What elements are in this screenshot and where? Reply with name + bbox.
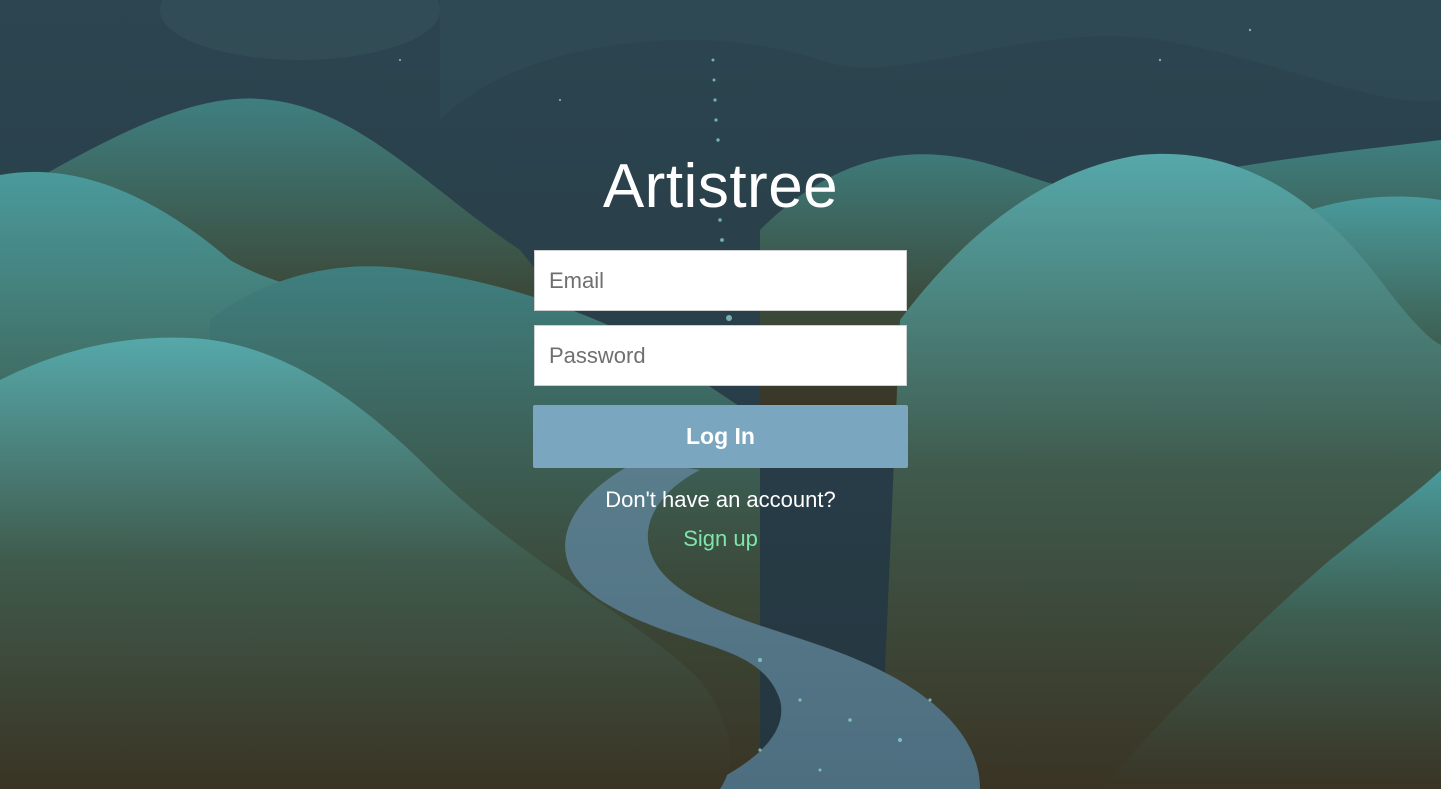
app-title: Artistree xyxy=(602,152,839,221)
login-button[interactable]: Log In xyxy=(533,405,908,468)
signup-link-row: Sign up xyxy=(0,525,1441,553)
landscape-background xyxy=(0,0,1441,789)
signup-link[interactable]: Sign up xyxy=(683,526,758,551)
email-input[interactable] xyxy=(534,250,907,311)
password-input[interactable] xyxy=(534,325,907,386)
signup-prompt: Don't have an account? xyxy=(605,487,836,512)
login-page: Artistree Log In Don't have an account? … xyxy=(0,0,1441,789)
